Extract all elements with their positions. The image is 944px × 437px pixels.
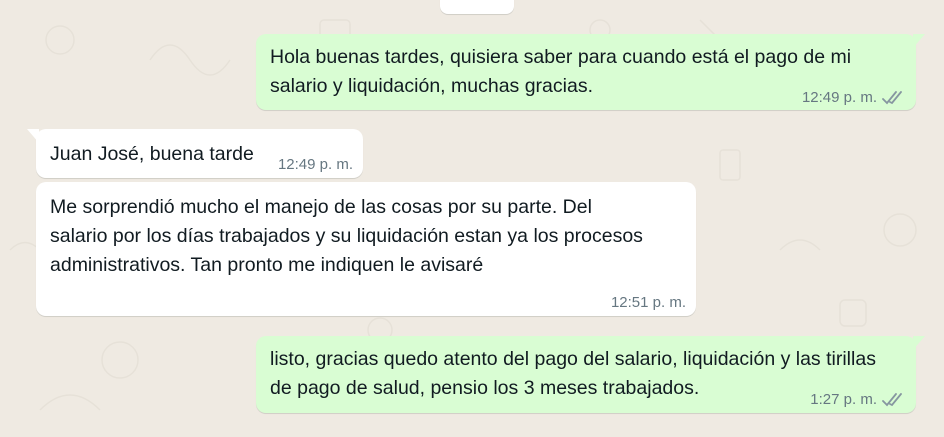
double-check-icon bbox=[882, 90, 902, 104]
message-time: 12:49 p. m. bbox=[801, 89, 877, 106]
message-time: 1:27 p. m. bbox=[810, 391, 877, 408]
message-time: 12:49 p. m. bbox=[277, 156, 353, 173]
bubble-tail bbox=[913, 336, 925, 350]
message-time: 12:51 p. m. bbox=[610, 294, 686, 311]
double-check-icon bbox=[882, 392, 902, 406]
message-meta: 1:27 p. m. bbox=[810, 391, 906, 408]
date-chip bbox=[440, 0, 514, 14]
message-text: listo, gracias quedo atento del pago del… bbox=[270, 348, 876, 399]
chat-messages: Hola buenas tardes, quisiera saber para … bbox=[0, 0, 944, 437]
message-text: Me sorprendió mucho el manejo de las cos… bbox=[50, 196, 643, 276]
message-incoming[interactable]: Me sorprendió mucho el manejo de las cos… bbox=[36, 182, 696, 316]
message-meta: 12:49 p. m. bbox=[802, 89, 906, 106]
message-text: Juan José, buena tarde bbox=[50, 143, 254, 165]
bubble-tail bbox=[913, 34, 925, 48]
bubble-tail bbox=[27, 129, 39, 143]
message-outgoing[interactable]: listo, gracias quedo atento del pago del… bbox=[256, 336, 925, 413]
message-incoming[interactable]: Juan José, buena tarde 12:49 p. m. bbox=[27, 129, 363, 178]
message-meta: 12:49 p. m. bbox=[278, 156, 353, 173]
message-meta: 12:51 p. m. bbox=[611, 294, 686, 311]
message-outgoing[interactable]: Hola buenas tardes, quisiera saber para … bbox=[256, 34, 925, 110]
